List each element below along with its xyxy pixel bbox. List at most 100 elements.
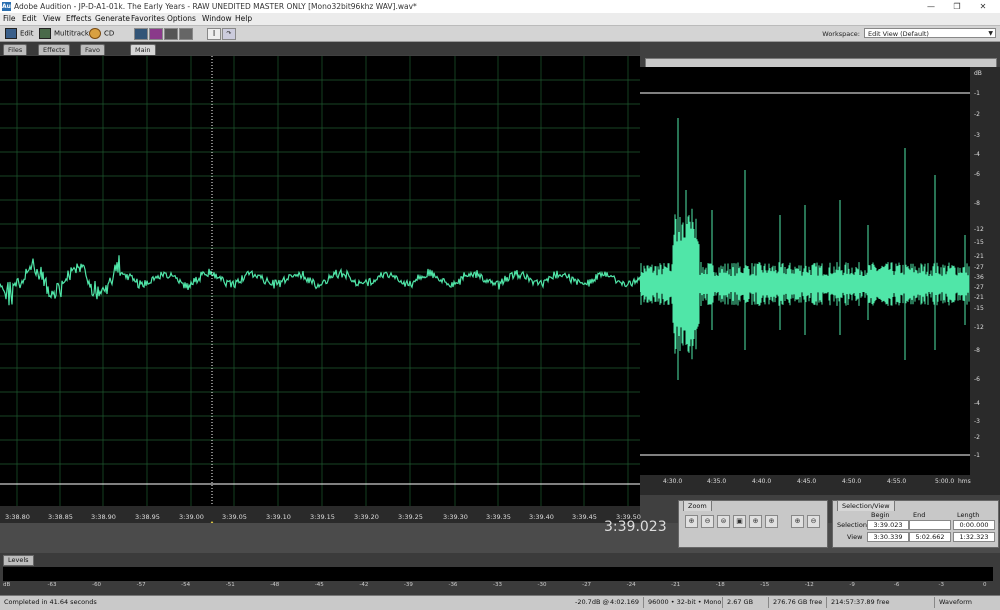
status-bar: Completed in 41.64 seconds -20.7dB @ 4:0…	[0, 595, 1000, 610]
db-scale-label: -27	[974, 284, 984, 291]
level-meter	[3, 567, 993, 581]
db-scale-label: -15	[974, 239, 984, 246]
status-free-space: 276.76 GB free	[773, 598, 823, 606]
status-divider	[934, 597, 935, 608]
overview-tick-label: 4:30.0	[663, 478, 683, 485]
status-message: Completed in 41.64 seconds	[4, 598, 97, 606]
timeline-tick-label: 3:39.20	[354, 513, 379, 521]
db-ruler-background	[970, 67, 1000, 475]
timeline-tick-label: 3:39.40	[529, 513, 554, 521]
selection-end-field[interactable]	[909, 520, 951, 530]
db-scale-label: -15	[974, 305, 984, 312]
timeline-tick-label: 3:39.00	[179, 513, 204, 521]
level-scale-label: -15	[760, 582, 770, 588]
zoom-panel: Zoom ⊕ ⊖ ⊜ ▣ ⊕ ⊕ ⊕ ⊖	[678, 500, 828, 548]
view-end-field[interactable]: 5:02.662	[909, 532, 951, 542]
db-scale-label: -3	[974, 418, 980, 425]
overview-tick-label: 4:35.0	[707, 478, 727, 485]
view-length-field[interactable]: 1:32.323	[953, 532, 995, 542]
selection-view-title: Selection/View	[837, 500, 895, 511]
db-scale-label: -3	[974, 132, 980, 139]
level-meter-scale: dB -63 -60 -57 -54 -51 -48 -45 -42 -39 -36 -33 -30 -2…	[3, 582, 993, 590]
level-scale-label: -57	[136, 582, 146, 588]
level-scale-label: -63	[47, 582, 57, 588]
db-scale-label: -21	[974, 294, 984, 301]
overview-tick-label: 4:40.0	[752, 478, 772, 485]
db-scale-label: -21	[974, 253, 984, 260]
zoom-out-vertical-icon[interactable]: ⊖	[807, 515, 820, 528]
status-divider	[722, 597, 723, 608]
level-scale-label: -42	[359, 582, 369, 588]
levels-title: Levels	[3, 555, 34, 566]
db-scale-label: -8	[974, 347, 980, 354]
status-format: 96000 • 32-bit • Mono	[648, 598, 722, 606]
zoom-out-horizontal-icon[interactable]: ⊖	[701, 515, 714, 528]
db-scale-label: -4	[974, 400, 980, 407]
level-scale-label: -27	[582, 582, 592, 588]
level-scale-label: -54	[181, 582, 191, 588]
selection-length-field[interactable]: 0:00.000	[953, 520, 995, 530]
db-scale-label: -27	[974, 264, 984, 271]
level-scale-label: -51	[225, 582, 235, 588]
db-scale-label: -12	[974, 226, 984, 233]
timeline-tick-label: 3:39.30	[443, 513, 468, 521]
end-column-header: End	[913, 511, 926, 519]
db-scale-label: dB	[974, 70, 982, 77]
timeline-unit-label: hms	[958, 478, 971, 485]
db-scale-label: -36	[974, 274, 984, 281]
timeline-tick-label: 3:38.80	[5, 513, 30, 521]
timeline-tick-label: 3:39.10	[266, 513, 291, 521]
level-scale-label: -9	[849, 582, 855, 588]
zoom-out-full-icon[interactable]: ⊜	[717, 515, 730, 528]
db-scale-label: -2	[974, 434, 980, 441]
selection-view-panel: Selection/View Begin End Length Selectio…	[832, 500, 999, 548]
time-display: 3:39.023	[604, 519, 667, 535]
level-scale-label: -48	[270, 582, 280, 588]
level-scale-label: 0	[983, 582, 987, 588]
level-scale-label: -24	[626, 582, 636, 588]
timeline-tick-label: 3:39.35	[486, 513, 511, 521]
status-free-time: 214:57:37.89 free	[831, 598, 890, 606]
level-scale-label: -39	[403, 582, 413, 588]
db-scale-label: -2	[974, 111, 980, 118]
level-scale-label: -36	[448, 582, 458, 588]
zoom-to-selection-icon[interactable]: ▣	[733, 515, 746, 528]
timeline-tick-label: 3:38.85	[48, 513, 73, 521]
db-scale-label: -1	[974, 452, 980, 459]
status-divider	[826, 597, 827, 608]
db-scale-label: -12	[974, 324, 984, 331]
timeline-tick-label: 3:38.95	[135, 513, 160, 521]
overview-tick-label: 5:00.0	[935, 478, 955, 485]
status-position: 4:02.169	[610, 598, 640, 606]
status-divider	[768, 597, 769, 608]
level-scale-label: dB	[3, 582, 11, 588]
selection-begin-field[interactable]: 3:39.023	[867, 520, 909, 530]
zoom-left-edge-icon[interactable]: ⊕	[749, 515, 762, 528]
level-scale-label: -18	[715, 582, 725, 588]
timeline-tick-label: 3:39.15	[310, 513, 335, 521]
timeline-tick-label: 3:39.05	[222, 513, 247, 521]
db-scale-label: -4	[974, 151, 980, 158]
level-scale-label: -33	[493, 582, 502, 588]
status-file-size: 2.67 GB	[727, 598, 754, 606]
timeline-tick-label: 3:39.25	[398, 513, 423, 521]
db-scale-label: -1	[974, 90, 980, 97]
timeline-tick-label: 3:39.45	[572, 513, 597, 521]
begin-column-header: Begin	[871, 511, 890, 519]
zoom-right-edge-icon[interactable]: ⊕	[765, 515, 778, 528]
level-scale-label: -3	[938, 582, 944, 588]
overview-tick-label: 4:50.0	[842, 478, 862, 485]
status-divider	[643, 597, 644, 608]
level-scale-label: -12	[804, 582, 814, 588]
db-scale-label: -6	[974, 171, 980, 178]
zoom-in-vertical-icon[interactable]: ⊕	[791, 515, 804, 528]
level-scale-label: -6	[893, 582, 900, 588]
db-scale-label: -6	[974, 376, 980, 383]
zoom-panel-title: Zoom	[683, 500, 712, 511]
view-begin-field[interactable]: 3:30.339	[867, 532, 909, 542]
zoom-in-horizontal-icon[interactable]: ⊕	[685, 515, 698, 528]
length-column-header: Length	[957, 511, 980, 519]
view-row-label: View	[847, 533, 863, 541]
db-scale-label: -8	[974, 200, 980, 207]
level-scale-label: -21	[671, 582, 681, 588]
